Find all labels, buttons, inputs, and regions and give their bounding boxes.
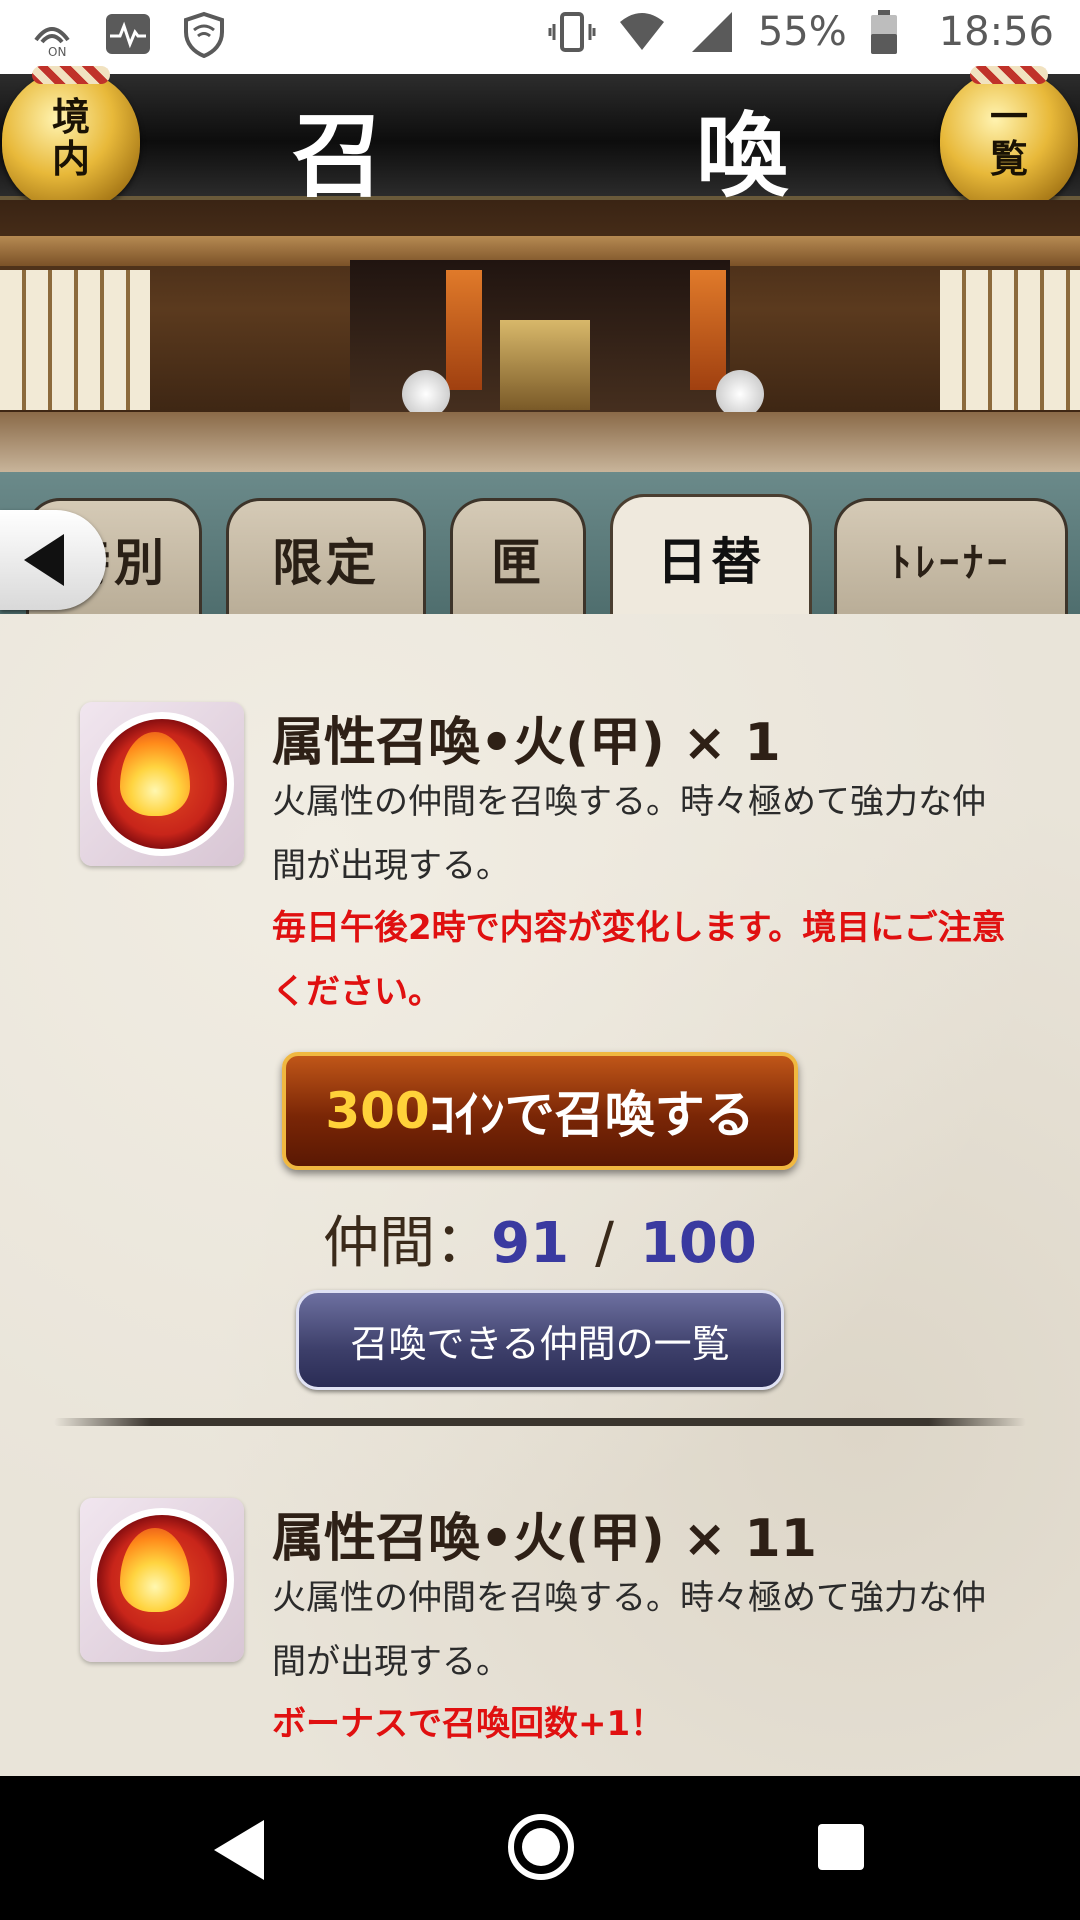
summon-button-label: ｺｲﾝで召喚する bbox=[429, 1086, 755, 1144]
list-label: 一 覧 bbox=[989, 94, 1028, 181]
tabs-scroll-left-button[interactable] bbox=[0, 510, 106, 610]
status-bar: ON 55% 18:56 bbox=[0, 0, 1080, 74]
battery-icon bbox=[869, 8, 917, 56]
shoji-screen-right bbox=[940, 270, 1080, 410]
list-bell-button[interactable]: 一 覧 bbox=[940, 66, 1078, 210]
tab-box[interactable]: 匣 bbox=[450, 498, 586, 616]
left-arrow-icon bbox=[24, 534, 64, 586]
count-max: 100 bbox=[639, 1211, 757, 1276]
shrine-banner-left bbox=[446, 270, 482, 390]
signal-icon bbox=[688, 8, 736, 56]
svg-text:ON: ON bbox=[48, 45, 66, 58]
shrine-altar bbox=[500, 320, 590, 410]
summon-notice: ボーナスで召喚回数+1！ bbox=[272, 1704, 665, 1744]
back-icon[interactable] bbox=[214, 1820, 264, 1880]
wifi-icon bbox=[618, 8, 666, 56]
summon-title: 属性召喚•火(甲) × 1 bbox=[272, 713, 781, 773]
summonable-list-button[interactable]: 召喚できる仲間の一覧 bbox=[296, 1290, 784, 1390]
tab-daily[interactable]: 日替 bbox=[610, 494, 812, 618]
summon-description: 火属性の仲間を召喚する。時々極めて強力な仲間が出現する。 bbox=[272, 1578, 986, 1682]
shrine-background-image bbox=[0, 200, 1080, 472]
system-navigation-bar bbox=[0, 1776, 1080, 1920]
coin-cost: 300 bbox=[325, 1082, 430, 1140]
shrine-banner-right bbox=[690, 270, 726, 390]
activity-icon bbox=[104, 10, 152, 58]
vibrate-icon bbox=[548, 8, 596, 56]
bell-rope-decoration bbox=[32, 66, 110, 84]
app-header: 召 喚 bbox=[0, 74, 1080, 210]
summon-description: 火属性の仲間を召喚する。時々極めて強力な仲間が出現する。 bbox=[272, 782, 986, 886]
clock: 18:56 bbox=[938, 9, 1054, 55]
precinct-bell-button[interactable]: 境 内 bbox=[2, 66, 140, 210]
battery-percent: 55% bbox=[757, 9, 847, 55]
count-label: 仲間： bbox=[323, 1211, 492, 1276]
count-separator: / bbox=[595, 1211, 614, 1276]
fire-element-icon bbox=[80, 1498, 244, 1662]
tab-trainer[interactable]: ﾄﾚｰﾅｰ bbox=[834, 498, 1068, 616]
bell-rope-decoration bbox=[970, 66, 1048, 84]
category-tabs: 特別 限定 匣 日替 ﾄﾚｰﾅｰ bbox=[0, 472, 1080, 618]
shrine-floor bbox=[0, 412, 1080, 472]
recent-apps-icon[interactable] bbox=[818, 1824, 864, 1870]
shield-icon bbox=[180, 10, 228, 59]
summonable-list-label: 召喚できる仲間の一覧 bbox=[350, 1321, 730, 1366]
summon-with-coins-button[interactable]: 300 ｺｲﾝで召喚する bbox=[282, 1052, 798, 1170]
wifi-calling-icon: ON bbox=[28, 10, 76, 59]
summon-title: 属性召喚•火(甲) × 11 bbox=[272, 1509, 817, 1569]
precinct-label: 境 内 bbox=[51, 94, 90, 181]
page-title: 召 喚 bbox=[291, 102, 898, 210]
companion-count: 仲間：91 / 100 bbox=[0, 1198, 1080, 1279]
shrine-drum-right bbox=[716, 370, 764, 418]
card-divider bbox=[54, 1418, 1026, 1426]
shoji-screen-left bbox=[0, 270, 150, 410]
tab-limited[interactable]: 限定 bbox=[226, 498, 426, 616]
fire-element-icon bbox=[80, 702, 244, 866]
count-current: 91 bbox=[491, 1211, 570, 1276]
home-icon[interactable] bbox=[508, 1814, 574, 1880]
summon-notice: 毎日午後2時で内容が変化します。境目にご注意ください。 bbox=[272, 908, 1006, 1012]
shrine-drum-left bbox=[402, 370, 450, 418]
summon-list[interactable]: 属性召喚•火(甲) × 1 火属性の仲間を召喚する。時々極めて強力な仲間が出現す… bbox=[0, 614, 1080, 1776]
